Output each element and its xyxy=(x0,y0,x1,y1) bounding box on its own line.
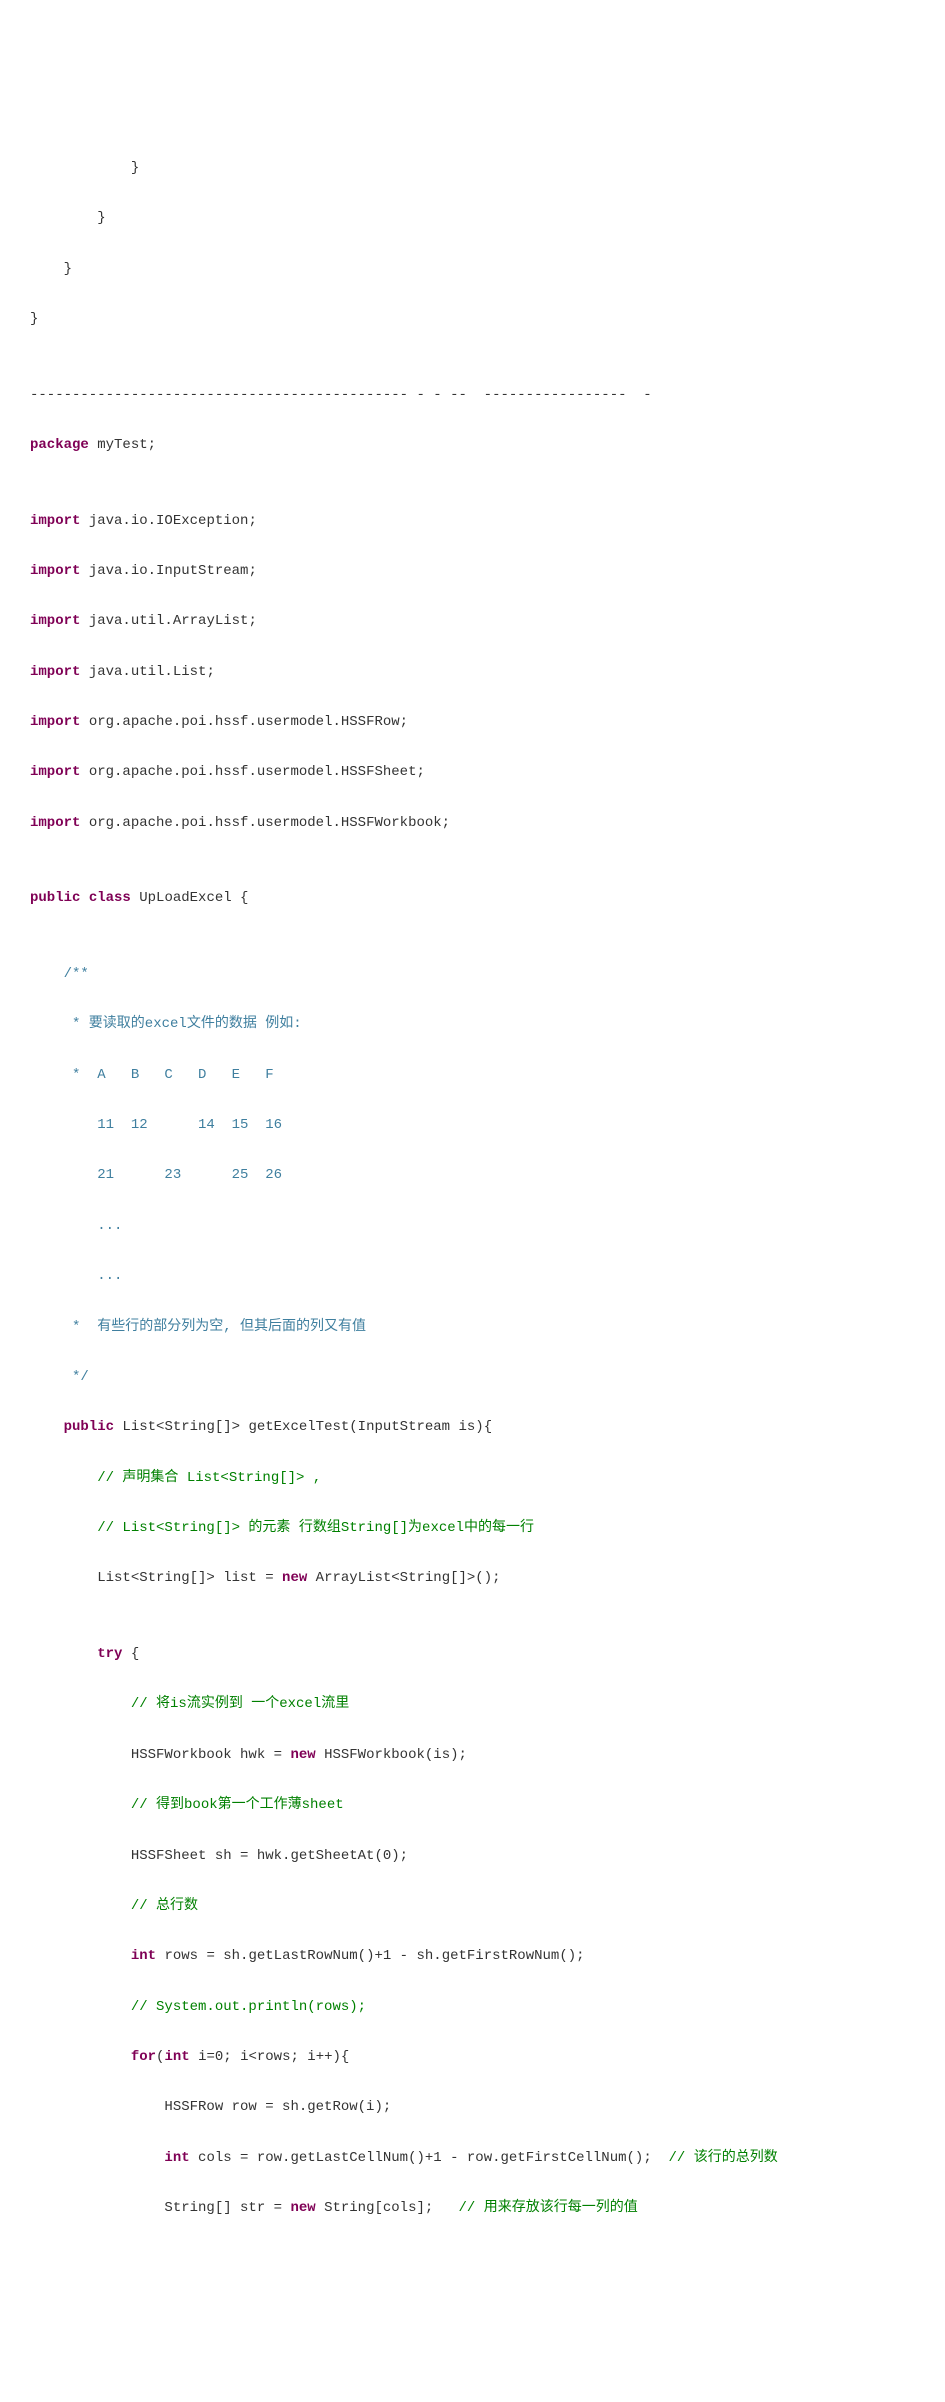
keyword-int: int xyxy=(164,2150,189,2166)
code-line: } xyxy=(30,156,915,181)
code-text: String[cols]; xyxy=(316,2200,459,2216)
code-line: import java.io.IOException; xyxy=(30,509,915,534)
code-line: int cols = row.getLastCellNum()+1 - row.… xyxy=(30,2146,915,2171)
keyword-import: import xyxy=(30,714,80,730)
code-line: import org.apache.poi.hssf.usermodel.HSS… xyxy=(30,811,915,836)
code-text: i=0; i<rows; i++){ xyxy=(190,2049,350,2065)
code-text: java.io.InputStream; xyxy=(80,563,256,579)
keyword-import: import xyxy=(30,563,80,579)
code-line: public class UpLoadExcel { xyxy=(30,886,915,911)
code-text xyxy=(30,1419,64,1435)
code-text: java.util.List; xyxy=(80,664,214,680)
code-line: try { xyxy=(30,1642,915,1667)
code-block: } } } } --------------------------------… xyxy=(30,131,915,2247)
keyword-new: new xyxy=(282,1570,307,1586)
keyword-int: int xyxy=(131,1948,156,1964)
comment-line: */ xyxy=(30,1365,915,1390)
code-line: int rows = sh.getLastRowNum()+1 - sh.get… xyxy=(30,1944,915,1969)
code-line: List<String[]> list = new ArrayList<Stri… xyxy=(30,1566,915,1591)
code-line: import org.apache.poi.hssf.usermodel.HSS… xyxy=(30,760,915,785)
code-text xyxy=(30,1646,97,1662)
code-text: myTest; xyxy=(89,437,156,453)
code-line: } xyxy=(30,307,915,332)
code-line: HSSFSheet sh = hwk.getSheetAt(0); xyxy=(30,1844,915,1869)
comment-line: ... xyxy=(30,1214,915,1239)
code-text: List<String[]> getExcelTest(InputStream … xyxy=(114,1419,492,1435)
keyword-import: import xyxy=(30,664,80,680)
comment-line: * A B C D E F xyxy=(30,1063,915,1088)
code-line: import java.io.InputStream; xyxy=(30,559,915,584)
keyword-import: import xyxy=(30,513,80,529)
code-line: package myTest; xyxy=(30,433,915,458)
code-line: import java.util.ArrayList; xyxy=(30,609,915,634)
comment-line: // System.out.println(rows); xyxy=(30,1995,915,2020)
code-line: HSSFRow row = sh.getRow(i); xyxy=(30,2095,915,2120)
keyword-try: try xyxy=(97,1646,122,1662)
comment-line: // 声明集合 List<String[]> , xyxy=(30,1466,915,1491)
code-text: { xyxy=(122,1646,139,1662)
keyword-public: public xyxy=(64,1419,114,1435)
keyword-new: new xyxy=(290,2200,315,2216)
comment-inline: // 用来存放该行每一列的值 xyxy=(459,2200,638,2216)
keyword-import: import xyxy=(30,613,80,629)
code-text: List<String[]> list = xyxy=(30,1570,282,1586)
code-text: rows = sh.getLastRowNum()+1 - sh.getFirs… xyxy=(156,1948,584,1964)
comment-line: // 总行数 xyxy=(30,1894,915,1919)
keyword-import: import xyxy=(30,815,80,831)
keyword-new: new xyxy=(290,1747,315,1763)
code-text: HSSFWorkbook hwk = xyxy=(30,1747,290,1763)
code-text: org.apache.poi.hssf.usermodel.HSSFWorkbo… xyxy=(80,815,450,831)
code-line: import java.util.List; xyxy=(30,660,915,685)
code-text: org.apache.poi.hssf.usermodel.HSSFRow; xyxy=(80,714,408,730)
code-text xyxy=(30,2049,131,2065)
keyword-for: for xyxy=(131,2049,156,2065)
code-text: java.util.ArrayList; xyxy=(80,613,256,629)
keyword-int: int xyxy=(164,2049,189,2065)
code-line: for(int i=0; i<rows; i++){ xyxy=(30,2045,915,2070)
code-text: HSSFWorkbook(is); xyxy=(316,1747,467,1763)
comment-line: ... xyxy=(30,1264,915,1289)
code-text: java.io.IOException; xyxy=(80,513,256,529)
comment-line: /** xyxy=(30,962,915,987)
comment-line: // 得到book第一个工作薄sheet xyxy=(30,1793,915,1818)
code-line: public List<String[]> getExcelTest(Input… xyxy=(30,1415,915,1440)
code-text: String[] str = xyxy=(30,2200,290,2216)
comment-line: 11 12 14 15 16 xyxy=(30,1113,915,1138)
code-text xyxy=(30,1948,131,1964)
code-text xyxy=(30,2150,164,2166)
comment-line: 21 23 25 26 xyxy=(30,1163,915,1188)
code-text: cols = row.getLastCellNum()+1 - row.getF… xyxy=(190,2150,669,2166)
comment-line: * 要读取的excel文件的数据 例如: xyxy=(30,1012,915,1037)
code-text: UpLoadExcel { xyxy=(131,890,249,906)
code-line: HSSFWorkbook hwk = new HSSFWorkbook(is); xyxy=(30,1743,915,1768)
comment-line: // 将is流实例到 一个excel流里 xyxy=(30,1692,915,1717)
code-text: org.apache.poi.hssf.usermodel.HSSFSheet; xyxy=(80,764,424,780)
code-text: ( xyxy=(156,2049,164,2065)
comment-line: * 有些行的部分列为空, 但其后面的列又有值 xyxy=(30,1315,915,1340)
code-line: String[] str = new String[cols]; // 用来存放… xyxy=(30,2196,915,2221)
keyword-class: class xyxy=(89,890,131,906)
code-line: import org.apache.poi.hssf.usermodel.HSS… xyxy=(30,710,915,735)
comment-inline: // 该行的总列数 xyxy=(669,2150,778,2166)
keyword-public: public xyxy=(30,890,80,906)
keyword-package: package xyxy=(30,437,89,453)
code-line: } xyxy=(30,257,915,282)
code-line: } xyxy=(30,206,915,231)
code-line: ----------------------------------------… xyxy=(30,383,915,408)
code-text xyxy=(80,890,88,906)
code-text: ArrayList<String[]>(); xyxy=(307,1570,500,1586)
keyword-import: import xyxy=(30,764,80,780)
comment-line: // List<String[]> 的元素 行数组String[]为excel中… xyxy=(30,1516,915,1541)
